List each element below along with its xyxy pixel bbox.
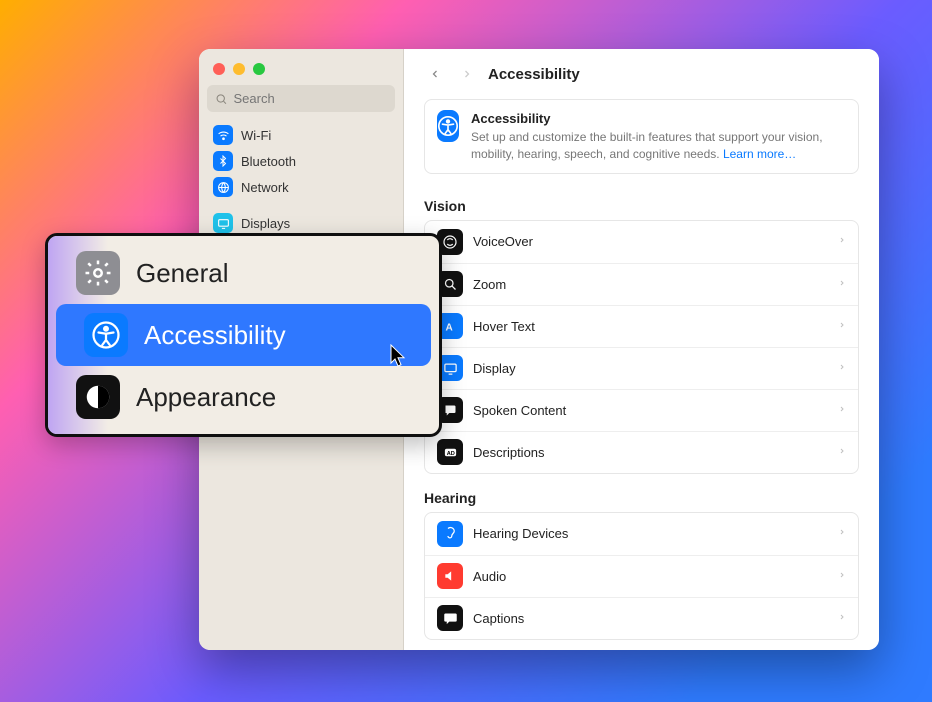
forward-button[interactable]: [456, 63, 478, 85]
chevron-right-icon: [838, 277, 846, 292]
search-icon: [215, 92, 228, 106]
svg-text:A: A: [445, 322, 452, 333]
row-spoken-content[interactable]: Spoken Content: [425, 389, 858, 431]
callout-row-label: General: [136, 258, 229, 289]
chevron-right-icon: [838, 361, 846, 376]
svg-text:AD: AD: [446, 451, 454, 457]
section-list-vision: VoiceOver Zoom A Hover Text Display Spoken Co…: [424, 220, 859, 474]
header-card-text: Accessibility Set up and customize the b…: [471, 110, 846, 163]
hearing-devices-icon: [437, 521, 463, 547]
row-hover-text[interactable]: A Hover Text: [425, 305, 858, 347]
displays-icon: [213, 213, 233, 233]
section-list-hearing: Hearing Devices Audio Captions: [424, 512, 859, 640]
chevron-right-icon: [838, 611, 846, 626]
main-pane: Accessibility Accessibility Set up and c…: [404, 49, 879, 650]
header-card-heading: Accessibility: [471, 110, 846, 128]
row-label: Display: [473, 361, 516, 376]
sidebar-item-network[interactable]: Network: [199, 174, 403, 200]
cursor-icon: [390, 344, 408, 368]
search-input[interactable]: [234, 91, 388, 106]
chevron-right-icon: [838, 234, 846, 249]
row-hearing-devices[interactable]: Hearing Devices: [425, 513, 858, 555]
callout-row-label: Accessibility: [144, 320, 286, 351]
row-captions[interactable]: Captions: [425, 597, 858, 639]
row-display[interactable]: Display: [425, 347, 858, 389]
chevron-right-icon: [838, 445, 846, 460]
search-field[interactable]: [207, 85, 395, 112]
sidebar-item-label: Wi-Fi: [241, 128, 271, 143]
audio-icon: [437, 563, 463, 589]
row-label: Spoken Content: [473, 403, 566, 418]
section-title-hearing: Hearing: [404, 480, 879, 512]
row-label: Audio: [473, 569, 506, 584]
sidebar-item-label: Network: [241, 180, 289, 195]
captions-icon: [437, 605, 463, 631]
chevron-right-icon: [838, 569, 846, 584]
callout-row-general[interactable]: General: [48, 242, 439, 304]
sidebar-item-wi-fi[interactable]: Wi-Fi: [199, 122, 403, 148]
network-icon: [213, 177, 233, 197]
row-audio[interactable]: Audio: [425, 555, 858, 597]
row-descriptions[interactable]: AD Descriptions: [425, 431, 858, 473]
row-label: Captions: [473, 611, 524, 626]
section-title-vision: Vision: [404, 188, 879, 220]
back-button[interactable]: [424, 63, 446, 85]
chevron-right-icon: [838, 319, 846, 334]
learn-more-link[interactable]: Learn more…: [723, 147, 796, 161]
row-zoom[interactable]: Zoom: [425, 263, 858, 305]
sidebar-item-label: Bluetooth: [241, 154, 296, 169]
accessibility-icon: [84, 313, 128, 357]
appearance-icon: [76, 375, 120, 419]
wi-fi-icon: [213, 125, 233, 145]
toolbar: Accessibility: [404, 49, 879, 95]
sidebar-item-bluetooth[interactable]: Bluetooth: [199, 148, 403, 174]
close-button[interactable]: [213, 63, 225, 75]
sidebar-item-label: Displays: [241, 216, 290, 231]
window-controls: [199, 49, 403, 85]
row-label: Hover Text: [473, 319, 535, 334]
fullscreen-button[interactable]: [253, 63, 265, 75]
row-label: Zoom: [473, 277, 506, 292]
row-voiceover[interactable]: VoiceOver: [425, 221, 858, 263]
row-label: VoiceOver: [473, 234, 533, 249]
callout-row-accessibility[interactable]: Accessibility: [56, 304, 431, 366]
bluetooth-icon: [213, 151, 233, 171]
descriptions-icon: AD: [437, 439, 463, 465]
page-title: Accessibility: [488, 66, 580, 83]
callout-row-label: Appearance: [136, 382, 276, 413]
minimize-button[interactable]: [233, 63, 245, 75]
row-label: Hearing Devices: [473, 526, 568, 541]
accessibility-icon: [437, 110, 459, 142]
header-card: Accessibility Set up and customize the b…: [424, 99, 859, 174]
chevron-right-icon: [838, 526, 846, 541]
chevron-right-icon: [838, 403, 846, 418]
row-label: Descriptions: [473, 445, 545, 460]
callout-row-appearance[interactable]: Appearance: [48, 366, 439, 428]
zoom-callout: General Accessibility Appearance: [45, 233, 442, 437]
general-icon: [76, 251, 120, 295]
